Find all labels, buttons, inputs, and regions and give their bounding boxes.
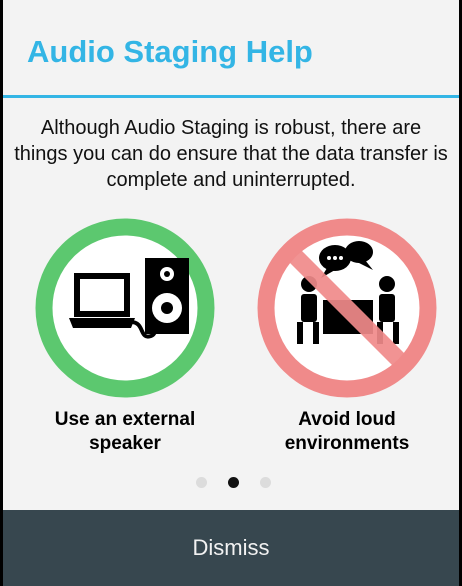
tip-label: Avoid loud environments <box>284 409 410 454</box>
dismiss-button[interactable]: Dismiss <box>3 510 459 586</box>
page-indicator <box>3 476 459 490</box>
page-dot-2[interactable] <box>228 477 239 488</box>
dialog-title: Audio Staging Help <box>27 34 313 69</box>
laptop-speaker-icon <box>35 218 215 398</box>
page-dot-3[interactable] <box>260 477 271 488</box>
tip-external-speaker: Use an external speaker <box>25 218 225 456</box>
tip-avoid-loud: Avoid loud environments <box>247 218 447 456</box>
dialog-header: Audio Staging Help <box>3 18 459 98</box>
no-conversation-icon <box>257 218 437 398</box>
dismiss-label: Dismiss <box>192 535 270 560</box>
tip-label: Use an external speaker <box>54 409 196 454</box>
page-dot-1[interactable] <box>196 477 207 488</box>
help-dialog: Audio Staging Help Although Audio Stagin… <box>0 0 462 586</box>
dialog-message: Although Audio Staging is robust, there … <box>14 117 448 191</box>
